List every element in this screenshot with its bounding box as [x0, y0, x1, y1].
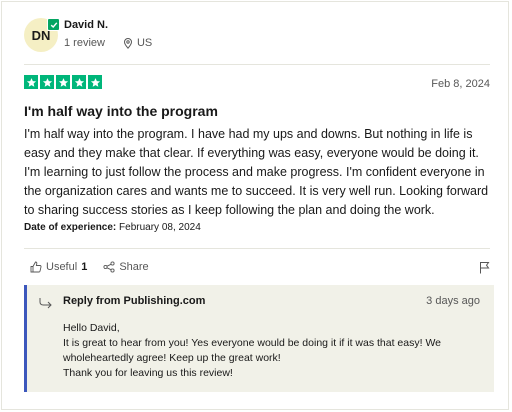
- flag-icon: [480, 262, 490, 274]
- company-reply: Reply from Publishing.com 3 days ago Hel…: [24, 285, 494, 392]
- reply-line: Hello David,: [63, 322, 120, 334]
- review-date: Feb 8, 2024: [431, 78, 490, 90]
- reply-line: Thank you for leaving us this review!: [63, 367, 233, 379]
- review-title[interactable]: I'm half way into the program: [24, 103, 218, 119]
- reviewer-meta: 1 review US: [64, 37, 152, 49]
- useful-count: 1: [81, 261, 88, 273]
- reply-text: Hello David, It is great to hear from yo…: [63, 321, 483, 381]
- divider: [24, 248, 490, 249]
- review-body: I'm half way into the program. I have ha…: [24, 127, 489, 217]
- reviewer-location: US: [136, 37, 153, 49]
- reply-from: Reply from Publishing.com: [63, 295, 206, 307]
- review-card: DN David N. 1 review US Feb 8, 2024 I'm …: [1, 1, 509, 410]
- star-icon: [56, 75, 70, 89]
- star-icon: [40, 75, 54, 89]
- thumbs-up-icon: [30, 261, 42, 273]
- experience-label: Date of experience:: [24, 222, 117, 233]
- star-icon: [72, 75, 86, 89]
- reply-arrow-icon: [39, 298, 52, 309]
- review-actions: Useful 1 Share: [30, 261, 149, 273]
- share-label: Share: [119, 261, 149, 273]
- divider: [24, 64, 490, 65]
- reply-line: wholeheartedly agree! Keep up the great …: [63, 352, 281, 364]
- share-button[interactable]: Share: [103, 261, 149, 273]
- useful-label: Useful: [46, 261, 78, 273]
- reply-line: It is great to hear from you! Yes everyo…: [63, 337, 442, 349]
- star-rating: [24, 75, 102, 89]
- reply-time: 3 days ago: [426, 295, 480, 307]
- date-of-experience: Date of experience: February 08, 2024: [24, 222, 201, 233]
- star-icon: [88, 75, 102, 89]
- report-button[interactable]: [479, 261, 490, 279]
- experience-date: February 08, 2024: [119, 222, 201, 233]
- location-pin-icon: [123, 37, 132, 49]
- useful-button[interactable]: Useful 1: [30, 261, 87, 273]
- reviewer-name[interactable]: David N.: [64, 19, 108, 31]
- review-count: 1 review: [64, 37, 105, 49]
- verified-icon: [47, 18, 60, 31]
- star-icon: [24, 75, 38, 89]
- share-icon: [103, 261, 115, 273]
